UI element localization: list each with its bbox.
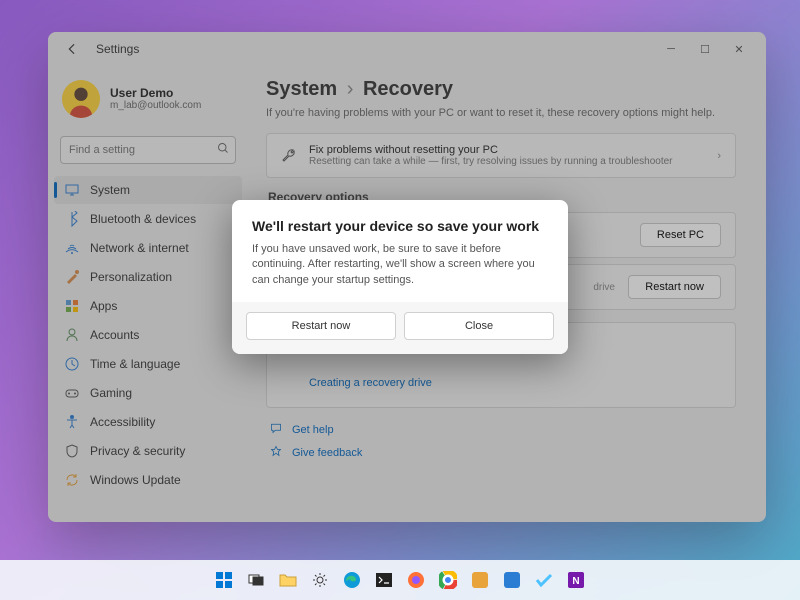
- app-icon-1[interactable]: [466, 566, 494, 594]
- onenote-icon[interactable]: N: [562, 566, 590, 594]
- dialog-text: If you have unsaved work, be sure to sav…: [252, 242, 548, 288]
- edge-icon[interactable]: [338, 566, 366, 594]
- firefox-icon[interactable]: [402, 566, 430, 594]
- chrome-icon[interactable]: [434, 566, 462, 594]
- dialog-title: We'll restart your device so save your w…: [252, 218, 548, 234]
- dialog-restart-button[interactable]: Restart now: [246, 312, 396, 340]
- svg-text:N: N: [572, 576, 579, 587]
- app-icon-3[interactable]: [530, 566, 558, 594]
- dialog-close-button[interactable]: Close: [404, 312, 554, 340]
- task-view-icon[interactable]: [242, 566, 270, 594]
- explorer-icon[interactable]: [274, 566, 302, 594]
- modal-overlay: We'll restart your device so save your w…: [0, 0, 800, 600]
- taskbar: N: [0, 560, 800, 600]
- app-icon-2[interactable]: [498, 566, 526, 594]
- settings-icon[interactable]: [306, 566, 334, 594]
- restart-dialog: We'll restart your device so save your w…: [232, 200, 568, 354]
- terminal-icon[interactable]: [370, 566, 398, 594]
- start-button[interactable]: [210, 566, 238, 594]
